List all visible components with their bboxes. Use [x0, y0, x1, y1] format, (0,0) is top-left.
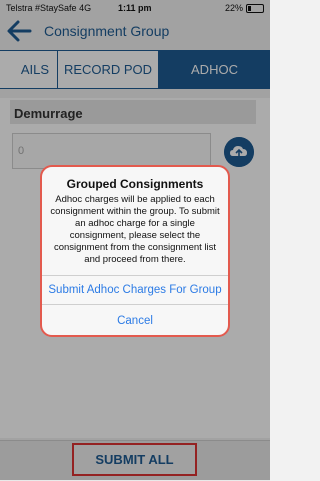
dialog-title: Grouped Consignments — [66, 177, 204, 191]
submit-adhoc-charges-button[interactable]: Submit Adhoc Charges For Group — [42, 284, 228, 296]
divider — [42, 275, 228, 276]
dialog-message: Adhoc charges will be applied to each co… — [50, 194, 220, 265]
divider — [42, 304, 228, 305]
cancel-button[interactable]: Cancel — [42, 315, 228, 327]
grouped-consignments-dialog: Grouped Consignments Adhoc charges will … — [40, 165, 230, 337]
